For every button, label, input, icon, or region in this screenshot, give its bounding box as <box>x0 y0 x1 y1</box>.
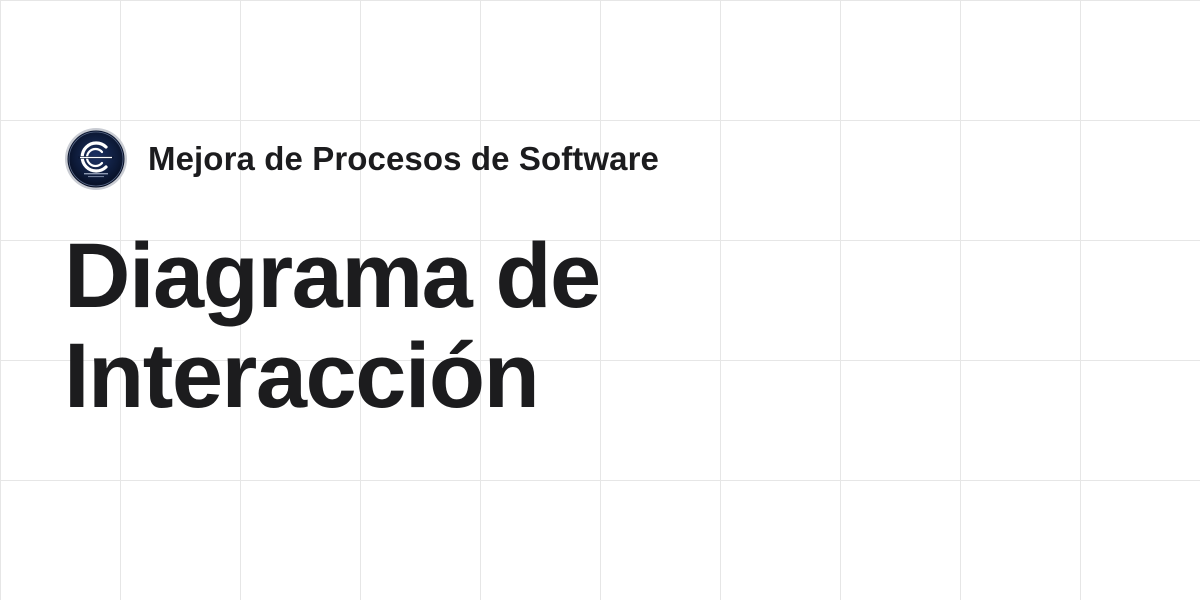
site-logo <box>64 127 128 191</box>
page-title-line-1: Diagrama de <box>64 225 601 327</box>
page-title: Diagrama de Interacción <box>64 225 601 427</box>
page-title-line-2: Interacción <box>64 325 540 427</box>
site-name: Mejora de Procesos de Software <box>148 140 660 177</box>
social-card: Mejora de Procesos de Software Diagrama … <box>0 0 1200 600</box>
circular-c-logo-icon <box>65 128 127 190</box>
site-header: Mejora de Procesos de Software <box>64 126 659 192</box>
